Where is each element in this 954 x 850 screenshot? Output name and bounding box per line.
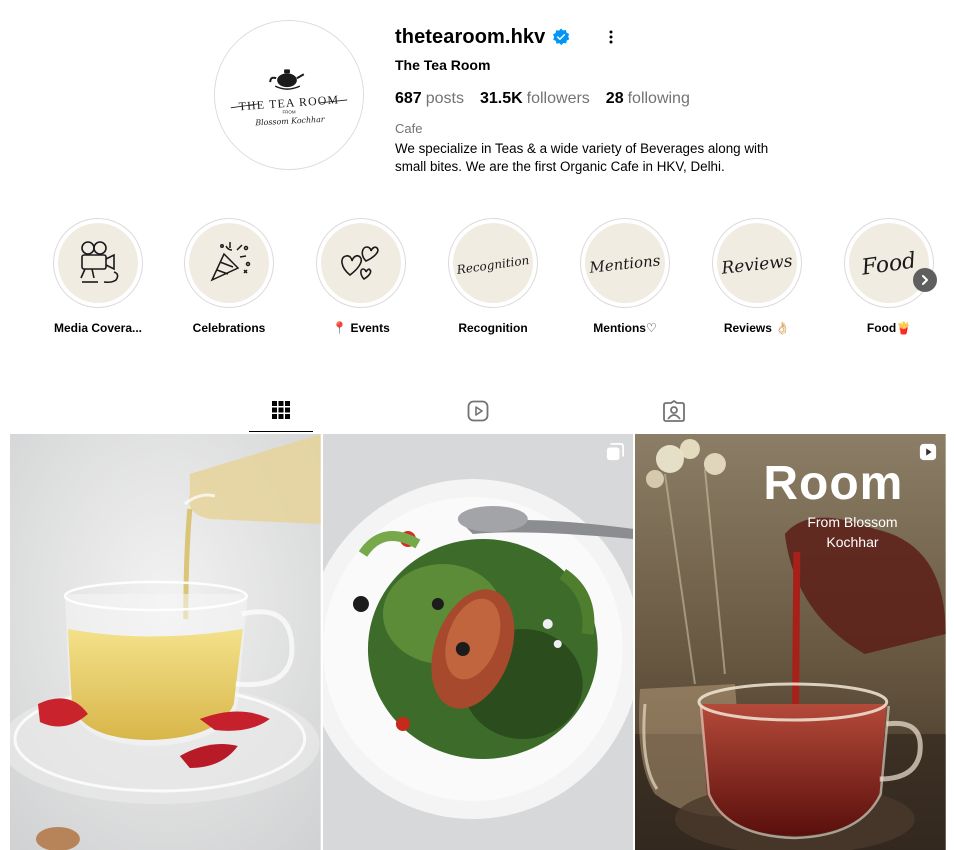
reel-overlay-subtitle: From Blossom Kochhar <box>807 512 897 552</box>
more-options-button[interactable] <box>601 27 621 47</box>
highlight-label: Reviews 👌🏻 <box>723 321 791 335</box>
highlight-cover <box>58 223 138 303</box>
highlight-cover: Food <box>849 223 929 303</box>
highlight-events[interactable]: 📍 Events <box>306 218 416 335</box>
salad-image <box>322 434 634 850</box>
highlight-media-coverage[interactable]: Media Covera... <box>43 218 153 335</box>
post-tile-tea-pour[interactable] <box>10 434 321 850</box>
verified-badge-icon <box>553 28 570 46</box>
highlight-celebrations[interactable]: Celebrations <box>174 218 284 335</box>
tagged-icon <box>663 400 685 422</box>
profile-tabs <box>0 398 954 432</box>
reel-overlay-subtitle-line-1: From Blossom <box>807 514 898 530</box>
profile-display-name: The Tea Room <box>395 57 491 73</box>
following-count-value: 28 <box>605 90 624 107</box>
following-label: following <box>627 90 690 107</box>
posts-count: 687 posts <box>395 90 464 108</box>
post-tile-reel[interactable]: Room From Blossom Kochhar <box>635 434 947 850</box>
svg-text:Reviews: Reviews <box>720 251 794 278</box>
following-link[interactable]: 28 following <box>606 90 690 108</box>
profile-info: thetearoom.hkv The Tea Room 687 posts 31.… <box>395 24 815 176</box>
svg-text:Mentions: Mentions <box>588 251 662 276</box>
reel-play-icon <box>919 443 937 461</box>
tab-reels[interactable] <box>446 398 510 432</box>
reels-icon <box>467 400 489 422</box>
highlight-cover: Reviews <box>717 223 797 303</box>
profile-avatar[interactable]: THE TEA ROOM FROM Blossom Kochhar <box>214 20 364 170</box>
svg-text:FROM: FROM <box>282 110 295 115</box>
profile-bio: We specialize in Teas & a wide variety o… <box>395 141 769 174</box>
highlight-label: Recognition <box>458 321 528 335</box>
grid-icon <box>272 401 290 419</box>
posts-count-value: 687 <box>395 90 422 107</box>
tab-posts[interactable] <box>249 398 313 432</box>
highlight-ring <box>184 218 274 308</box>
highlight-reviews[interactable]: Reviews Reviews 👌🏻 <box>702 218 812 335</box>
followers-count-value: 31.5K <box>479 90 523 107</box>
highlight-ring: Mentions <box>580 218 670 308</box>
reel-overlay-title: Room <box>763 457 904 510</box>
reel-overlay-subtitle-line-2: Kochhar <box>826 534 879 550</box>
story-highlights: Media Covera... Celebrations 📍 Events Re… <box>40 218 940 338</box>
highlight-ring <box>53 218 143 308</box>
script-text-mentions-icon: Mentions <box>588 251 662 276</box>
highlight-recognition[interactable]: Recognition Recognition <box>438 218 548 335</box>
tea-pour-image <box>10 434 321 850</box>
script-text-reviews-icon: Reviews <box>720 251 794 278</box>
username-row: thetearoom.hkv <box>395 24 815 50</box>
profile-category: Cafe <box>395 121 423 136</box>
post-tile-salad[interactable] <box>322 434 634 850</box>
tea-room-logo: THE TEA ROOM FROM Blossom Kochhar <box>215 21 363 169</box>
highlight-ring: Reviews <box>712 218 802 308</box>
highlight-label: Media Covera... <box>53 321 143 335</box>
more-vertical-icon <box>609 30 613 44</box>
highlight-ring <box>316 218 406 308</box>
svg-text:Recognition: Recognition <box>455 253 530 277</box>
hearts-icon <box>341 246 379 281</box>
script-text-recognition-icon: Recognition <box>455 253 530 277</box>
highlight-cover <box>189 223 269 303</box>
chevron-right-icon <box>922 275 928 285</box>
svg-text:Food: Food <box>859 248 918 281</box>
highlight-label: Mentions♡ <box>593 321 657 335</box>
party-popper-icon <box>210 242 251 282</box>
highlight-cover <box>321 223 401 303</box>
highlight-cover: Recognition <box>453 223 533 303</box>
highlight-label: Celebrations <box>192 321 266 335</box>
highlight-label: Food🍟 <box>866 321 912 335</box>
followers-link[interactable]: 31.5K followers <box>480 90 590 108</box>
video-camera-icon <box>80 241 119 284</box>
highlight-ring: Food <box>844 218 934 308</box>
highlights-next-button[interactable] <box>913 268 937 292</box>
tab-tagged[interactable] <box>642 398 706 432</box>
post-grid: Room From Blossom Kochhar <box>10 434 947 850</box>
highlight-label: 📍 Events <box>332 321 390 335</box>
followers-label: followers <box>526 90 590 107</box>
highlight-cover: Mentions <box>585 223 665 303</box>
highlight-ring: Recognition <box>448 218 538 308</box>
highlight-mentions[interactable]: Mentions Mentions♡ <box>570 218 680 335</box>
profile-stats: 687 posts 31.5K followers 28 following <box>395 89 815 109</box>
profile-username[interactable]: thetearoom.hkv <box>395 26 545 49</box>
carousel-icon <box>607 443 625 461</box>
posts-count-label: posts <box>425 90 464 107</box>
